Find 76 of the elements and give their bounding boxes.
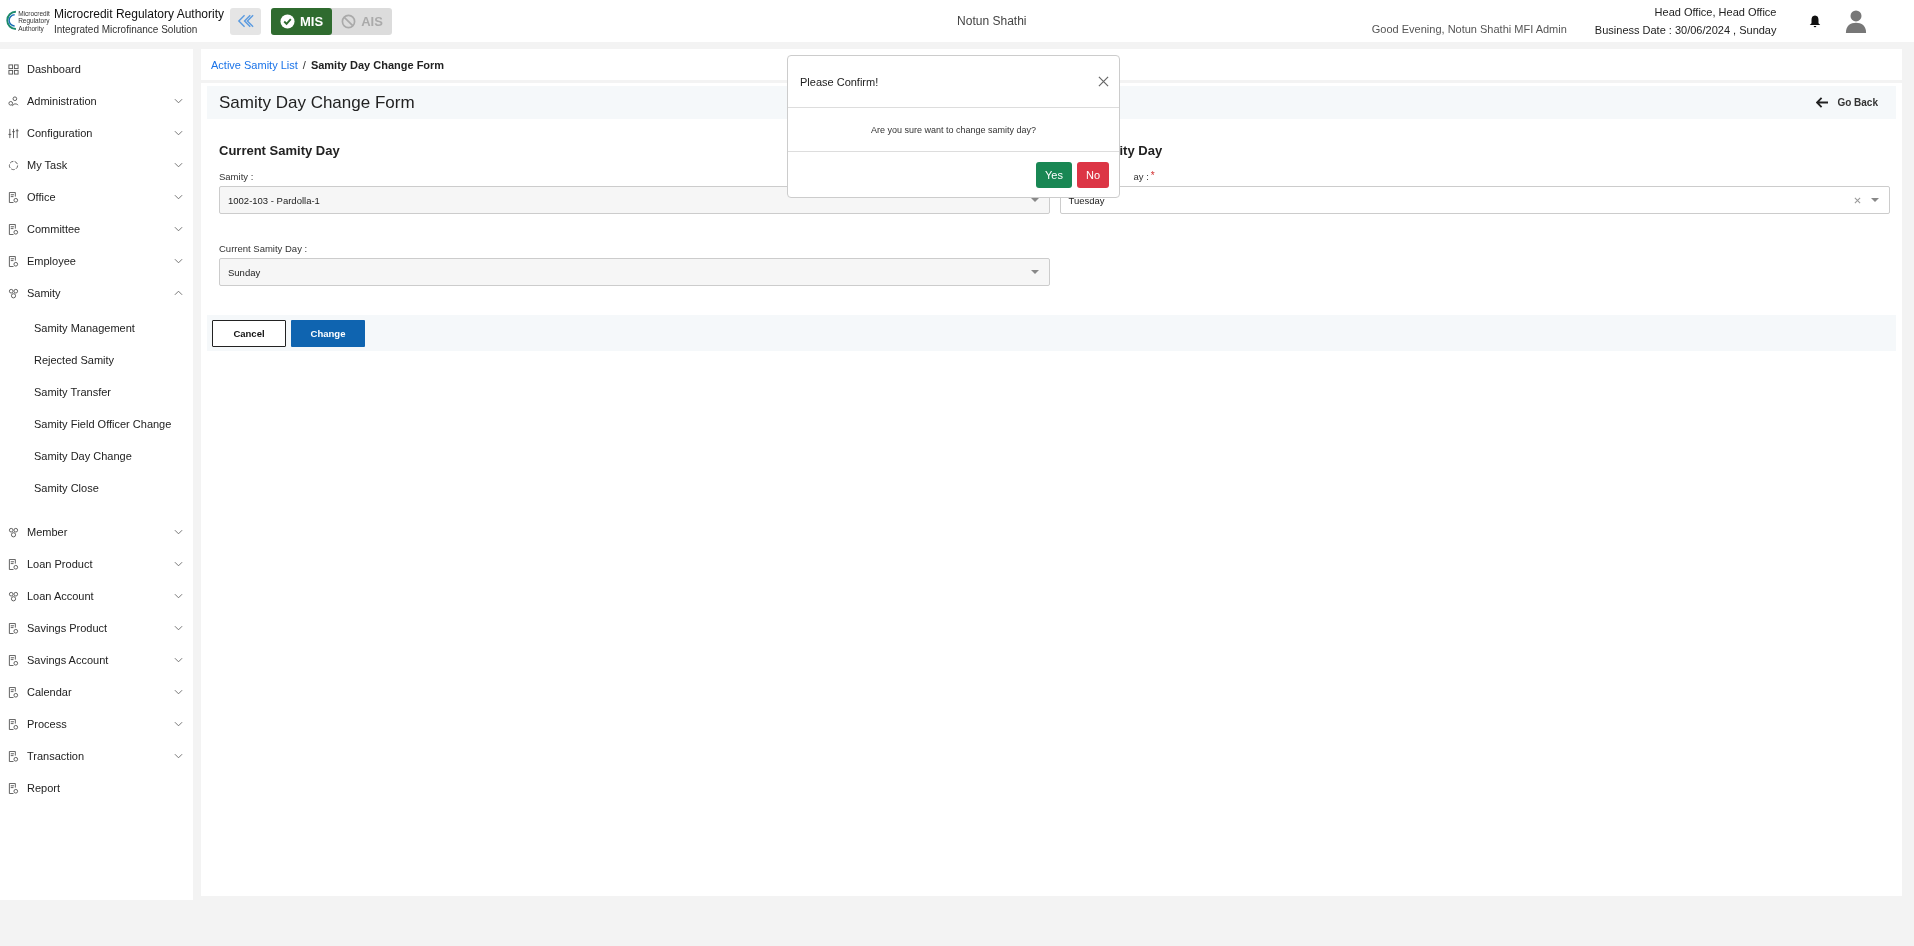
sidebar-item[interactable]: Savings Product — [0, 612, 193, 644]
document-icon — [8, 558, 19, 570]
sidebar-item[interactable]: Process — [0, 708, 193, 740]
caret-down-icon — [1030, 270, 1039, 274]
grid-icon — [8, 63, 19, 75]
sidebar-item[interactable]: Office — [0, 181, 193, 213]
arrow-left-icon — [1816, 97, 1830, 108]
blocked-icon — [341, 13, 357, 29]
breadcrumb-link[interactable]: Active Samity List — [211, 58, 298, 71]
section-heading: ity Day — [1119, 143, 1163, 158]
bell-icon[interactable] — [1808, 13, 1823, 29]
cancel-button[interactable]: Cancel — [212, 319, 286, 347]
go-back-button[interactable]: Go Back — [1810, 96, 1884, 109]
document-icon — [8, 718, 19, 730]
sidebar-subitem[interactable]: Samity Management — [34, 322, 135, 334]
no-button[interactable]: No — [1076, 161, 1109, 188]
check-circle-icon — [280, 13, 295, 29]
greeting-text: Good Evening, Notun Shathi MFI Admin — [1371, 23, 1567, 35]
sidebar-item[interactable]: Loan Product — [0, 548, 193, 580]
close-icon[interactable] — [1098, 76, 1109, 87]
sidebar-item[interactable]: Transaction — [0, 740, 193, 772]
yes-button[interactable]: Yes — [1036, 161, 1072, 188]
brand-subtitle: Integrated Microfinance Solution — [53, 24, 199, 35]
sidebar-subitem[interactable]: Samity Close — [34, 482, 99, 494]
people-icon — [8, 590, 19, 602]
sidebar-item[interactable]: Calendar — [0, 676, 193, 708]
document-icon — [8, 750, 19, 762]
document-icon — [8, 223, 19, 235]
dialog-message: Are you sure want to change samity day? — [870, 124, 1037, 135]
collapse-sidebar-button[interactable] — [230, 7, 261, 35]
sidebar-item[interactable]: Samity — [0, 277, 193, 309]
breadcrumb-current: Samity Day Change Form — [310, 58, 445, 71]
office-name: Head Office, Head Office — [1654, 6, 1777, 18]
page-title: Samity Day Change Form — [219, 92, 415, 113]
business-date: Business Date : 30/06/2024 , Sunday — [1594, 24, 1777, 36]
module-tab[interactable]: MIS — [271, 7, 333, 35]
required-mark: * — [1150, 171, 1155, 181]
clear-icon[interactable] — [1854, 196, 1861, 204]
people-icon — [8, 287, 19, 299]
field-label: ay : — [1133, 171, 1149, 182]
sidebar-item[interactable]: My Task — [0, 149, 193, 181]
sidebar-subitem[interactable]: Samity Field Officer Change — [34, 418, 172, 430]
sidebar-item[interactable]: Employee — [0, 245, 193, 277]
document-icon — [8, 191, 19, 203]
breadcrumb-separator: / — [302, 58, 306, 71]
sidebar-item[interactable]: Member — [0, 516, 193, 548]
people-icon — [8, 526, 19, 538]
sidebar-item[interactable]: Savings Account — [0, 644, 193, 676]
dialog-title: Please Confirm! — [800, 75, 879, 88]
sliders-icon — [8, 127, 19, 139]
document-icon — [8, 622, 19, 634]
brand-title: Microcredit Regulatory Authority — [53, 7, 224, 21]
user-avatar-icon[interactable] — [1845, 9, 1868, 33]
sidebar-item[interactable]: Committee — [0, 213, 193, 245]
document-icon — [8, 686, 19, 698]
document-icon — [8, 255, 19, 267]
sidebar-subitem[interactable]: Samity Transfer — [34, 386, 112, 398]
sidebar-subitem[interactable]: Samity Day Change — [34, 450, 132, 462]
users-icon — [8, 95, 19, 107]
document-icon — [8, 654, 19, 666]
sidebar-item[interactable]: Report — [0, 772, 193, 804]
select-field[interactable]: Tuesday — [1059, 186, 1890, 214]
document-icon — [8, 782, 19, 794]
sidebar-item[interactable]: Loan Account — [0, 580, 193, 612]
sidebar-item[interactable]: Dashboard — [0, 53, 193, 85]
select-field[interactable]: Sunday — [219, 258, 1050, 286]
field-label: Current Samity Day : — [219, 243, 309, 254]
sidebar-item[interactable]: Configuration — [0, 117, 193, 149]
sidebar-item[interactable]: Administration — [0, 85, 193, 117]
sidebar-subitem[interactable]: Rejected Samity — [34, 354, 115, 366]
section-heading: Current Samity Day — [219, 143, 341, 158]
caret-down-icon — [1871, 198, 1879, 202]
change-button[interactable]: Change — [291, 319, 365, 347]
double-chevron-left-icon — [236, 13, 255, 29]
circle-icon — [8, 159, 19, 171]
organization-name: Notun Shathi — [956, 14, 1028, 28]
